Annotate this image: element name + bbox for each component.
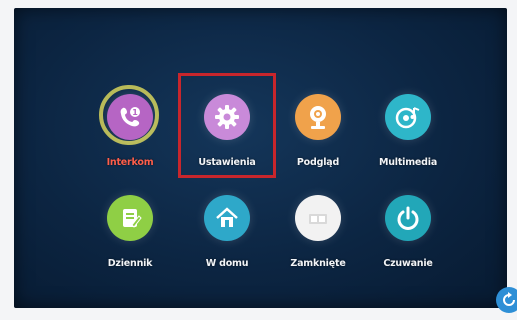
notification-badge: 1: [132, 108, 138, 117]
music-disc-icon: [385, 94, 431, 140]
menu-label-dziennik: Dziennik: [107, 258, 153, 269]
gear-icon: [204, 94, 250, 140]
refresh-icon: [503, 292, 515, 306]
camera-icon: [295, 94, 341, 140]
menu-item-podglad[interactable]: Podgląd: [273, 94, 363, 174]
refresh-button[interactable]: [496, 287, 517, 313]
lock-icon: [295, 195, 341, 241]
menu-item-w-domu[interactable]: W domu: [182, 195, 272, 275]
menu-item-ustawienia[interactable]: Ustawienia: [182, 94, 272, 174]
menu-item-czuwanie[interactable]: Czuwanie: [363, 195, 453, 275]
menu-label-zamkniete: Zamknięte: [290, 258, 346, 269]
menu-label-czuwanie: Czuwanie: [383, 258, 433, 269]
menu-item-dziennik[interactable]: Dziennik: [85, 195, 175, 275]
menu-item-interkom[interactable]: 1 Interkom: [85, 94, 175, 174]
power-icon: [385, 195, 431, 241]
menu-label-w-domu: W domu: [205, 258, 249, 269]
menu-item-zamkniete[interactable]: Zamknięte: [273, 195, 363, 275]
menu-label-multimedia: Multimedia: [378, 157, 438, 168]
menu-label-podglad: Podgląd: [296, 157, 340, 168]
home-icon: [204, 195, 250, 241]
notebook-icon: [107, 195, 153, 241]
menu-label-ustawienia: Ustawienia: [198, 157, 256, 168]
intercom-screen: 1 Interkom Ustawienia Podgląd Multimedia…: [14, 8, 507, 308]
phone-icon: 1: [107, 94, 153, 140]
menu-label-interkom: Interkom: [106, 157, 154, 168]
menu-item-multimedia[interactable]: Multimedia: [363, 94, 453, 174]
